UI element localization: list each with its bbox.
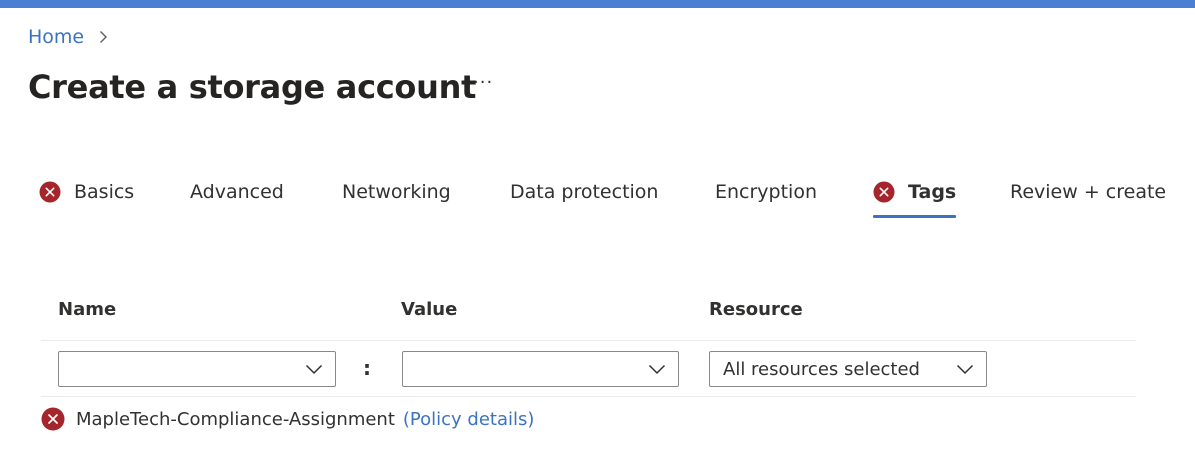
tag-resource-dropdown[interactable]: All resources selected bbox=[709, 351, 987, 387]
tab-label: Data protection bbox=[510, 181, 659, 203]
policy-details-link[interactable]: (Policy details) bbox=[403, 409, 535, 430]
error-circle-icon bbox=[41, 407, 65, 431]
dropdown-value: All resources selected bbox=[723, 358, 920, 380]
more-options-button[interactable]: ··· bbox=[473, 72, 493, 93]
tag-value-dropdown[interactable] bbox=[402, 351, 679, 387]
tab-tags[interactable]: Tags bbox=[873, 170, 957, 218]
error-circle-icon bbox=[39, 181, 61, 203]
error-circle-icon bbox=[873, 181, 895, 203]
tab-label: Encryption bbox=[715, 181, 818, 203]
tab-networking[interactable]: Networking bbox=[342, 170, 451, 214]
chevron-right-icon bbox=[100, 31, 108, 43]
tab-review-create[interactable]: Review + create bbox=[1010, 170, 1166, 214]
tab-encryption[interactable]: Encryption bbox=[715, 170, 817, 214]
name-value-separator: : bbox=[363, 356, 371, 380]
column-header-value: Value bbox=[401, 298, 458, 320]
page-header: Create a storage account ··· bbox=[28, 64, 492, 110]
tab-strip: Basics Advanced Networking Data protecti… bbox=[0, 170, 1195, 220]
chevron-down-icon bbox=[956, 364, 974, 375]
column-header-resource: Resource bbox=[709, 298, 803, 320]
policy-assignment-name: MapleTech-Compliance-Assignment bbox=[76, 408, 395, 430]
tab-basics[interactable]: Basics bbox=[39, 170, 134, 214]
row-divider bbox=[41, 396, 1136, 397]
tab-advanced[interactable]: Advanced bbox=[190, 170, 284, 214]
tag-name-dropdown[interactable] bbox=[58, 351, 336, 387]
tab-label: Networking bbox=[342, 181, 451, 203]
breadcrumb: Home bbox=[28, 24, 110, 50]
tab-data-protection[interactable]: Data protection bbox=[510, 170, 658, 214]
column-header-name: Name bbox=[58, 298, 117, 320]
tab-label: Basics bbox=[74, 181, 135, 203]
chevron-down-icon bbox=[305, 364, 323, 375]
policy-error-message: MapleTech-Compliance-Assignment (Policy … bbox=[41, 404, 534, 434]
chevron-down-icon bbox=[648, 364, 666, 375]
tab-label: Review + create bbox=[1010, 181, 1167, 203]
top-accent-bar bbox=[0, 0, 1195, 8]
page-title: Create a storage account bbox=[28, 68, 477, 106]
breadcrumb-home-link[interactable]: Home bbox=[28, 26, 84, 48]
tab-label: Advanced bbox=[190, 181, 284, 203]
tab-label: Tags bbox=[908, 181, 957, 203]
row-divider bbox=[41, 340, 1136, 341]
